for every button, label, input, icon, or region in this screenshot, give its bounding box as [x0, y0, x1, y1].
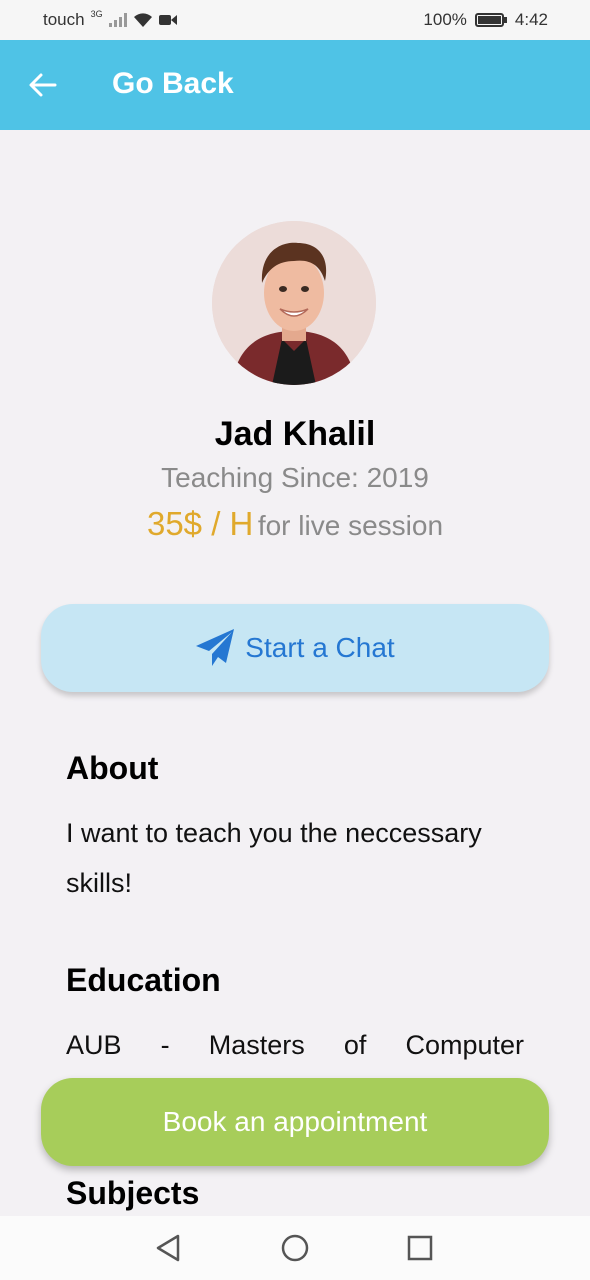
status-right: 100% 4:42	[423, 10, 548, 30]
book-appointment-button[interactable]: Book an appointment	[41, 1078, 549, 1166]
start-chat-button[interactable]: Start a Chat	[41, 604, 549, 692]
system-nav-bar	[0, 1216, 590, 1280]
wifi-icon	[133, 12, 152, 27]
about-title: About	[66, 750, 159, 786]
go-back-title[interactable]: Go Back	[112, 67, 234, 101]
carrier-label: touch	[43, 10, 85, 29]
signal-icon	[108, 13, 127, 27]
arrow-left-icon[interactable]	[28, 70, 58, 100]
education-text: AUB - Masters of Computer	[66, 1030, 524, 1060]
education-title: Education	[66, 962, 221, 998]
app-bar: Go Back	[0, 40, 590, 130]
triangle-back-icon[interactable]	[152, 1232, 184, 1264]
price-line: 35$ / H for live session	[0, 505, 590, 543]
circle-home-icon[interactable]	[279, 1232, 311, 1264]
clock: 4:42	[514, 10, 548, 29]
start-chat-label: Start a Chat	[245, 632, 395, 663]
teaching-since: Teaching Since: 2019	[161, 462, 429, 493]
about-text: I want to teach you the neccessary skill…	[66, 818, 482, 898]
status-bar: touch 3G 100% 4:42	[0, 0, 590, 40]
hourly-price: 35$ / H	[146, 505, 254, 542]
status-left: touch 3G	[43, 9, 177, 30]
subjects-title: Subjects	[66, 1175, 200, 1211]
avatar	[212, 221, 376, 385]
battery-icon	[474, 13, 507, 27]
video-icon	[158, 15, 177, 25]
paper-plane-icon	[196, 629, 235, 666]
book-appointment-label: Book an appointment	[162, 1106, 428, 1137]
network-type: 3G	[90, 9, 103, 19]
tutor-name: Jad Khalil	[214, 415, 376, 453]
avatar-photo	[212, 221, 376, 385]
price-suffix: for live session	[257, 510, 444, 541]
square-recents-icon[interactable]	[404, 1232, 436, 1264]
battery-percent: 100%	[423, 10, 467, 29]
